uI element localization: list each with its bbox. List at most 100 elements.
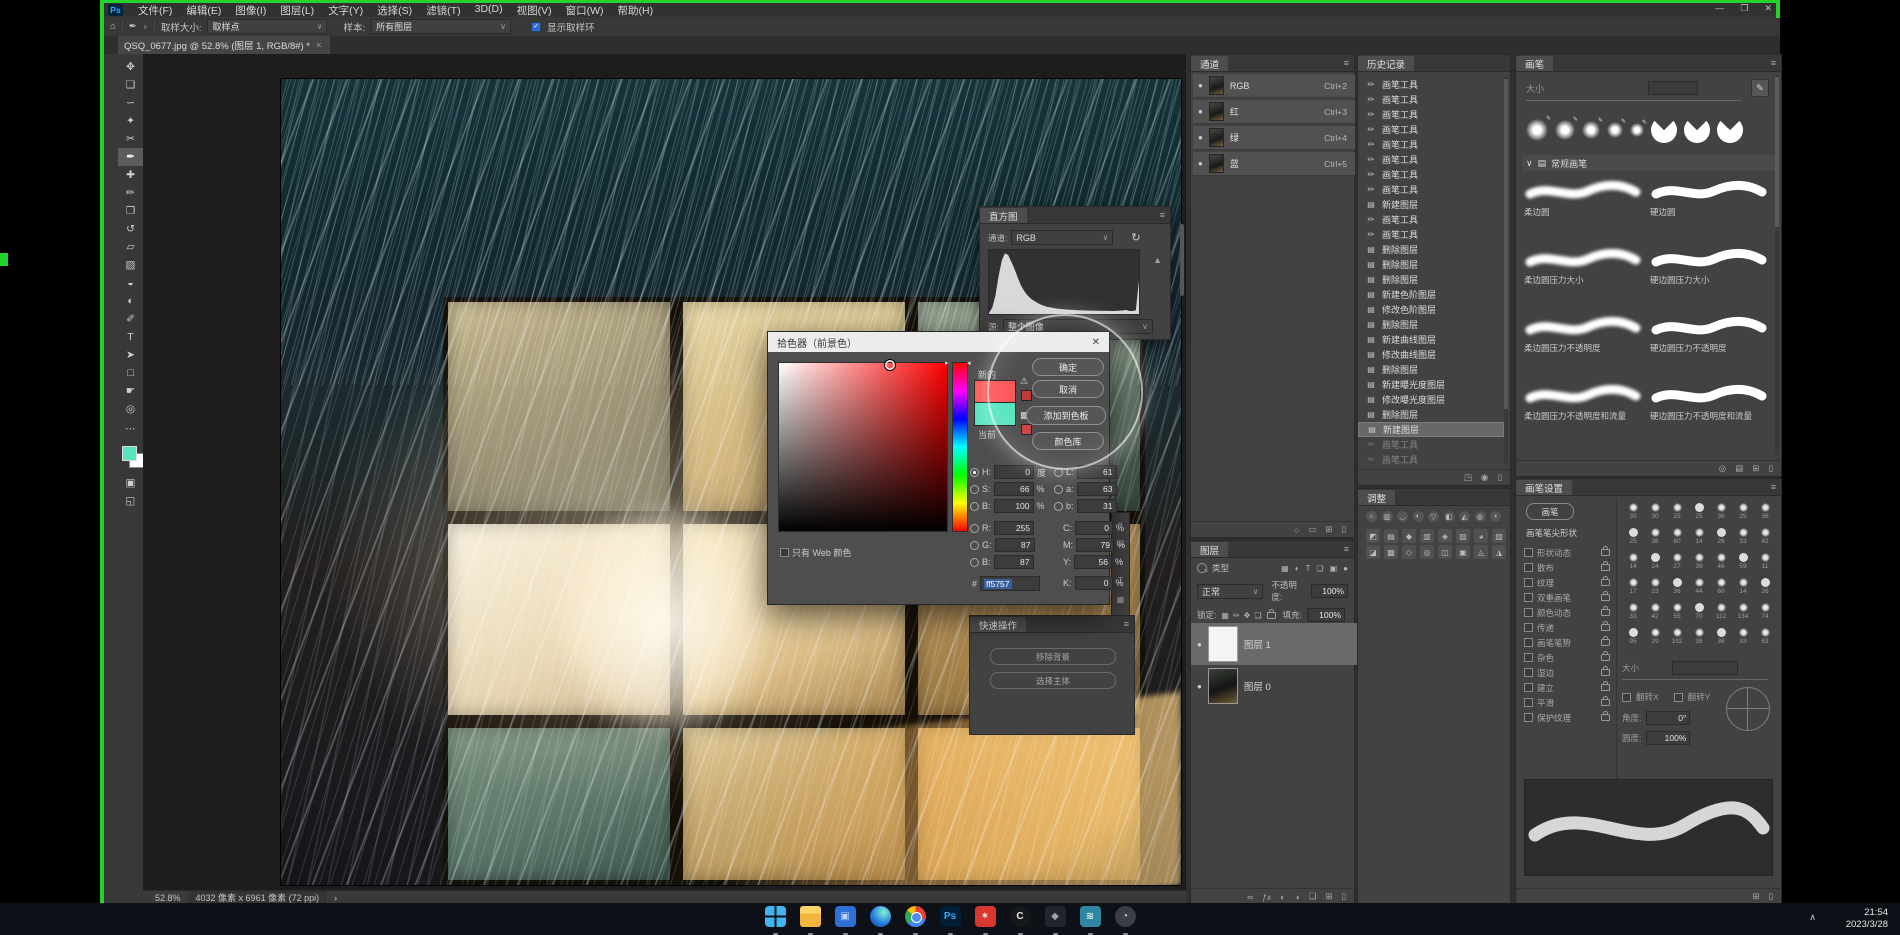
recent-brush[interactable] xyxy=(1555,120,1575,140)
sample-size-select[interactable]: 取样点 ∨ xyxy=(207,19,327,34)
home-icon[interactable]: ⌂ xyxy=(110,21,116,32)
tool-button[interactable]: ∽ xyxy=(118,94,143,112)
taskbar-clock[interactable]: 21:54 2023/3/28 xyxy=(1846,907,1888,931)
lock-icon[interactable] xyxy=(1601,594,1610,601)
m-field[interactable]: 79 xyxy=(1076,538,1114,552)
a-radio[interactable] xyxy=(1054,485,1063,494)
brush-option-row[interactable]: 杂色 xyxy=(1520,650,1616,665)
system-tray[interactable]: ∧ xyxy=(1809,912,1816,923)
recent-brush[interactable] xyxy=(1526,119,1548,141)
menu-item[interactable]: 图层(L) xyxy=(273,3,321,18)
taskbar-app-icon[interactable] xyxy=(902,906,928,932)
brush-option-row[interactable]: 建立 xyxy=(1520,680,1616,695)
history-step[interactable]: ✏ 画笔工具 xyxy=(1358,152,1512,167)
history-step[interactable]: ▤ 新建曝光度图层 xyxy=(1358,377,1512,392)
tool-button[interactable]: ▱ xyxy=(118,238,143,256)
history-step[interactable]: ✏ 画笔工具 xyxy=(1358,227,1512,242)
history-step[interactable]: ▤ 删除图层 xyxy=(1358,317,1512,332)
k-field[interactable]: 0 xyxy=(1075,576,1113,590)
history-step[interactable]: ✏ 画笔工具 xyxy=(1358,182,1512,197)
history-step[interactable]: ▤ 修改曲线图层 xyxy=(1358,347,1512,362)
brush-tip-preset[interactable]: 74 xyxy=(1754,603,1776,628)
layer-thumbnail[interactable] xyxy=(1208,626,1238,662)
g-field[interactable]: 87 xyxy=(995,538,1035,552)
lock-icon[interactable] xyxy=(1601,549,1610,556)
taskbar-app-icon[interactable]: ✶ xyxy=(972,906,998,932)
history-step[interactable]: ▤ 修改曝光度图层 xyxy=(1358,392,1512,407)
option-checkbox[interactable] xyxy=(1524,698,1533,707)
flip-y-checkbox[interactable] xyxy=(1674,693,1683,702)
layer-row[interactable]: ● 图层 1 xyxy=(1191,623,1360,665)
select-subject-button[interactable]: 选择主体 xyxy=(990,672,1116,689)
status-chevron-icon[interactable]: › xyxy=(334,893,337,903)
brush-tip-preset[interactable]: 26 xyxy=(1754,578,1776,603)
tool-button[interactable]: ✒ xyxy=(118,148,143,166)
panel-menu-icon[interactable]: ≡ xyxy=(1160,210,1165,220)
history-scrollbar[interactable] xyxy=(1504,77,1508,463)
layers-footer-icon[interactable]: ∞ xyxy=(1247,892,1253,902)
brush-preset[interactable]: 柔边圆 xyxy=(1524,175,1650,243)
lock-option-icon[interactable]: ❏ xyxy=(1254,611,1261,620)
tab-history[interactable]: 历史记录 xyxy=(1358,56,1414,71)
lock-option-icon[interactable]: ▦ xyxy=(1221,611,1229,620)
close-icon[interactable]: ✕ xyxy=(1764,3,1772,14)
menu-item[interactable]: 图像(I) xyxy=(228,3,273,18)
tool-button[interactable]: ✦ xyxy=(118,112,143,130)
brush-tip-preset[interactable]: 14 xyxy=(1622,553,1644,578)
b-field[interactable]: 100 xyxy=(994,499,1034,513)
brushes-footer-icon[interactable]: ⊞ xyxy=(1752,463,1759,474)
lock-icon[interactable] xyxy=(1601,609,1610,616)
layer-filter-icon[interactable]: ◐ xyxy=(1295,564,1300,573)
close-tab-icon[interactable]: × xyxy=(316,40,322,51)
brush-option-row[interactable]: 传递 xyxy=(1520,620,1616,635)
channel-footer-icon[interactable]: ▭ xyxy=(1308,524,1316,535)
brush-tip-preset[interactable]: 30 xyxy=(1622,503,1644,528)
layers-footer-icon[interactable]: ▯ xyxy=(1341,891,1346,902)
size-slider[interactable] xyxy=(1622,679,1768,680)
history-step[interactable]: ✏ 画笔工具 xyxy=(1358,452,1512,467)
history-step[interactable]: ▤ 删除图层 xyxy=(1358,407,1512,422)
brush-settings-footer-icon[interactable]: ⊞ xyxy=(1752,891,1759,902)
brushes-footer-icon[interactable]: ◎ xyxy=(1719,463,1726,474)
show-sampling-ring-checkbox[interactable]: ✓ xyxy=(531,22,541,32)
channel-footer-icon[interactable]: ○ xyxy=(1294,525,1299,535)
lock-icon[interactable] xyxy=(1601,669,1610,676)
brush-tip-preset[interactable]: 44 xyxy=(1688,578,1710,603)
layer-filter-icon[interactable]: ● xyxy=(1343,564,1348,573)
lock-icon[interactable] xyxy=(1601,654,1610,661)
option-checkbox[interactable] xyxy=(1524,713,1533,722)
menu-item[interactable]: 编辑(E) xyxy=(179,3,228,18)
fill-field[interactable]: 100% xyxy=(1307,608,1345,622)
brush-tip-preset[interactable]: 14 xyxy=(1688,528,1710,553)
brush-size-field[interactable] xyxy=(1648,81,1698,95)
recent-brush[interactable] xyxy=(1717,117,1743,143)
tool-button[interactable]: ➤ xyxy=(118,346,143,364)
r-radio[interactable] xyxy=(970,524,979,533)
brush-option-row[interactable]: 画笔笔势 xyxy=(1520,635,1616,650)
web-colors-checkbox[interactable] xyxy=(780,548,789,557)
taskbar-app-icon[interactable]: ≋ xyxy=(1077,906,1103,932)
layer-filter-icon[interactable]: T xyxy=(1306,564,1311,573)
channel-row[interactable]: ● RGB Ctrl+2 xyxy=(1193,74,1355,98)
lock-icon[interactable] xyxy=(1601,564,1610,571)
brush-preset[interactable]: 硬边圆 xyxy=(1650,175,1776,243)
channel-row[interactable]: ● 绿 Ctrl+4 xyxy=(1193,126,1355,150)
tab-quick-actions[interactable]: 快速操作 xyxy=(970,617,1026,632)
history-step[interactable]: ▤ 新建图层 xyxy=(1358,197,1512,212)
bb-radio[interactable] xyxy=(1054,502,1063,511)
adjustment-preset-icon[interactable]: ◇ xyxy=(1402,545,1416,559)
brush-tip-preset[interactable]: 39 xyxy=(1688,553,1710,578)
visibility-eye-icon[interactable]: ● xyxy=(1197,682,1202,691)
angle-roundness-control[interactable] xyxy=(1726,687,1770,731)
angle-field[interactable]: 0° xyxy=(1646,711,1690,725)
history-footer-icon[interactable]: ▯ xyxy=(1497,472,1502,483)
brush-tip-preset[interactable]: 60 xyxy=(1666,528,1688,553)
history-step[interactable]: ▤ 删除图层 xyxy=(1358,362,1512,377)
lock-option-icon[interactable]: ✥ xyxy=(1244,611,1251,620)
visibility-eye-icon[interactable]: ● xyxy=(1198,133,1203,142)
panel-menu-icon[interactable]: ≡ xyxy=(1124,619,1129,629)
blend-mode-select[interactable]: 正常∨ xyxy=(1197,584,1263,599)
brush-tip-preset[interactable]: 27 xyxy=(1666,553,1688,578)
canvas-scrollbar[interactable] xyxy=(1179,54,1185,890)
history-step[interactable]: ▤ 修改色阶图层 xyxy=(1358,302,1512,317)
